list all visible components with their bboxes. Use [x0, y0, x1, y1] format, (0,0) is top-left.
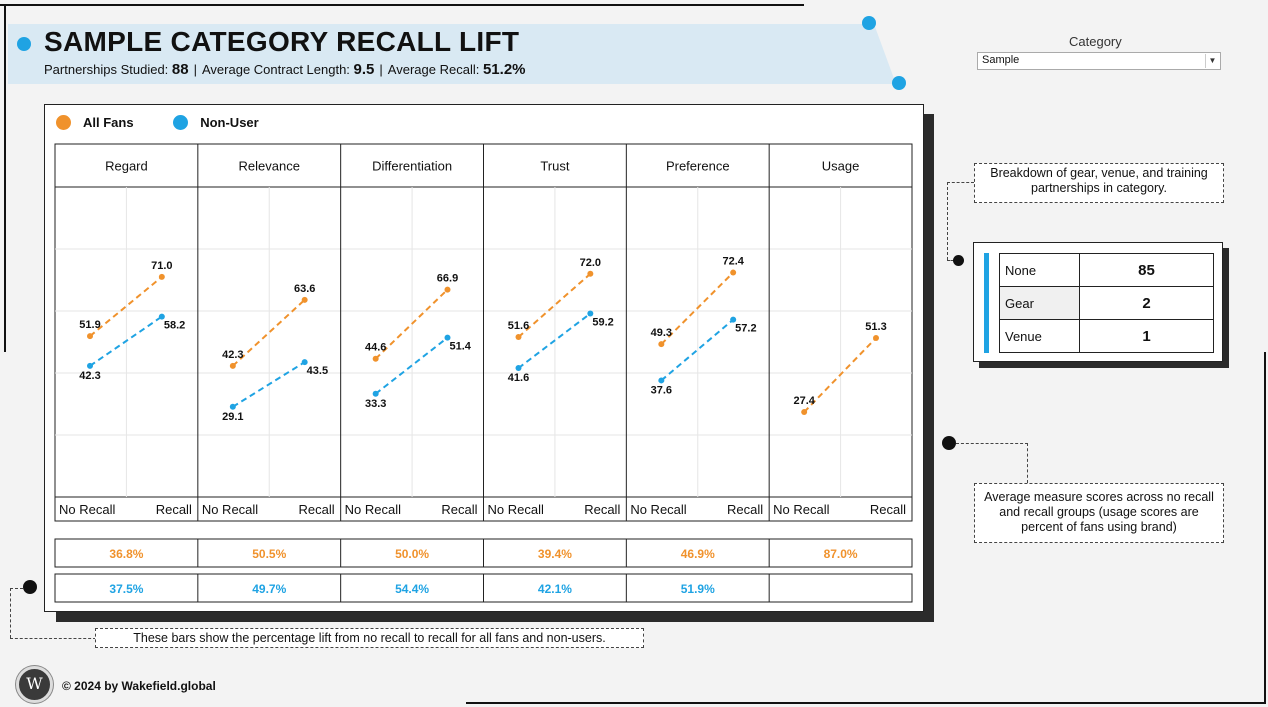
breakdown-connector-h [947, 182, 974, 183]
lift-connector-v [10, 588, 11, 638]
data-label: 71.0 [151, 260, 172, 272]
data-point-all-fans [515, 334, 522, 341]
data-point-all-fans [301, 296, 308, 303]
data-point-all-fans [873, 334, 879, 341]
data-point-non-user [658, 377, 665, 384]
data-label: 72.4 [722, 256, 744, 268]
lift-connector-h2 [10, 638, 96, 639]
breakdown-label: Venue [999, 319, 1080, 353]
breakdown-label: None [999, 253, 1080, 287]
data-point-non-user [87, 362, 93, 369]
measure-note-bullet [942, 436, 956, 450]
panel-title: Regard [105, 159, 148, 174]
wakefield-logo: W [16, 666, 53, 703]
data-label: 37.6 [651, 384, 672, 396]
data-label: 27.4 [793, 395, 815, 407]
data-point-non-user [229, 403, 236, 410]
x-tick-label: Recall [156, 502, 192, 517]
series-line-non-user [517, 312, 591, 369]
data-label: 41.6 [508, 372, 529, 384]
x-tick-label: No Recall [488, 502, 544, 517]
measure-note: Average measure scores across no recall … [974, 483, 1224, 543]
data-label: 51.9 [79, 319, 100, 331]
breakdown-row: Venue 1 [999, 319, 1214, 353]
data-label: 43.5 [307, 365, 328, 377]
x-tick-label: Recall [299, 502, 335, 517]
breakdown-row: None 85 [999, 253, 1214, 287]
lift-value-all-fans: 50.0% [395, 547, 429, 561]
x-tick-label: Recall [441, 502, 477, 517]
data-label: 44.6 [365, 342, 386, 354]
breakdown-bullet [953, 255, 964, 266]
copyright-text: © 2024 by Wakefield.global [62, 679, 216, 693]
series-line-non-user [375, 336, 449, 395]
data-label: 59.2 [592, 316, 613, 328]
data-point-all-fans [158, 273, 165, 280]
data-point-all-fans [87, 333, 93, 340]
x-tick-label: Recall [584, 502, 620, 517]
data-point-all-fans [372, 355, 379, 362]
lift-value-non-user: 37.5% [109, 582, 143, 596]
breakdown-row: Gear 2 [999, 286, 1214, 320]
data-point-all-fans [444, 286, 451, 293]
panel-title: Usage [822, 159, 860, 174]
x-tick-label: No Recall [773, 502, 829, 517]
lift-value-all-fans: 50.5% [252, 547, 286, 561]
data-label: 51.3 [865, 321, 886, 333]
breakdown-value: 85 [1079, 253, 1214, 287]
data-label: 33.3 [365, 398, 386, 410]
data-label: 63.6 [294, 283, 315, 295]
panel-title: Relevance [239, 159, 300, 174]
panel-title: Preference [666, 159, 730, 174]
lift-value-all-fans: 36.8% [109, 547, 143, 561]
data-point-all-fans [587, 270, 594, 277]
x-tick-label: No Recall [202, 502, 258, 517]
data-point-non-user [372, 390, 379, 397]
lift-value-all-fans: 87.0% [824, 547, 858, 561]
panel-title: Differentiation [372, 159, 452, 174]
measure-connector-h [956, 443, 1028, 444]
lift-value-all-fans: 39.4% [538, 547, 572, 561]
measure-connector-v [1027, 443, 1028, 483]
data-label: 58.2 [164, 320, 185, 332]
lift-connector-h [10, 588, 23, 589]
data-point-all-fans [229, 362, 236, 369]
x-tick-label: No Recall [345, 502, 401, 517]
lift-value-non-user: 54.4% [395, 582, 429, 596]
data-label: 42.3 [222, 349, 243, 361]
lift-value-non-user: 51.9% [681, 582, 715, 596]
series-line-all-fans [374, 288, 449, 360]
data-label: 29.1 [222, 411, 243, 423]
breakdown-note: Breakdown of gear, venue, and training p… [974, 163, 1224, 203]
x-tick-label: No Recall [59, 502, 115, 517]
breakdown-table: None 85 Gear 2 Venue 1 [999, 253, 1214, 353]
series-line-all-fans [517, 273, 591, 338]
data-label: 72.0 [580, 257, 601, 269]
data-point-non-user [515, 365, 522, 372]
breakdown-accent-bar [984, 253, 989, 353]
data-label: 51.4 [450, 341, 472, 353]
data-point-all-fans [801, 409, 808, 416]
breakdown-value: 1 [1079, 319, 1214, 353]
data-point-all-fans [730, 269, 737, 276]
breakdown-label: Gear [999, 286, 1080, 320]
lift-note: These bars show the percentage lift from… [95, 628, 644, 648]
lift-value-non-user: 42.1% [538, 582, 572, 596]
data-label: 66.9 [437, 273, 458, 285]
data-point-all-fans [658, 341, 665, 348]
data-label: 49.3 [651, 327, 672, 339]
x-tick-label: Recall [727, 502, 763, 517]
panel-title: Trust [540, 159, 570, 174]
breakdown-connector-v [947, 182, 948, 260]
data-label: 57.2 [735, 323, 756, 335]
lift-value-all-fans: 46.9% [681, 547, 715, 561]
lift-note-bullet [23, 580, 37, 594]
data-label: 42.3 [79, 370, 100, 382]
x-tick-label: No Recall [630, 502, 686, 517]
data-label: 51.6 [508, 320, 529, 332]
x-tick-label: Recall [870, 502, 906, 517]
lift-value-non-user: 49.7% [252, 582, 286, 596]
breakdown-value: 2 [1079, 286, 1214, 320]
